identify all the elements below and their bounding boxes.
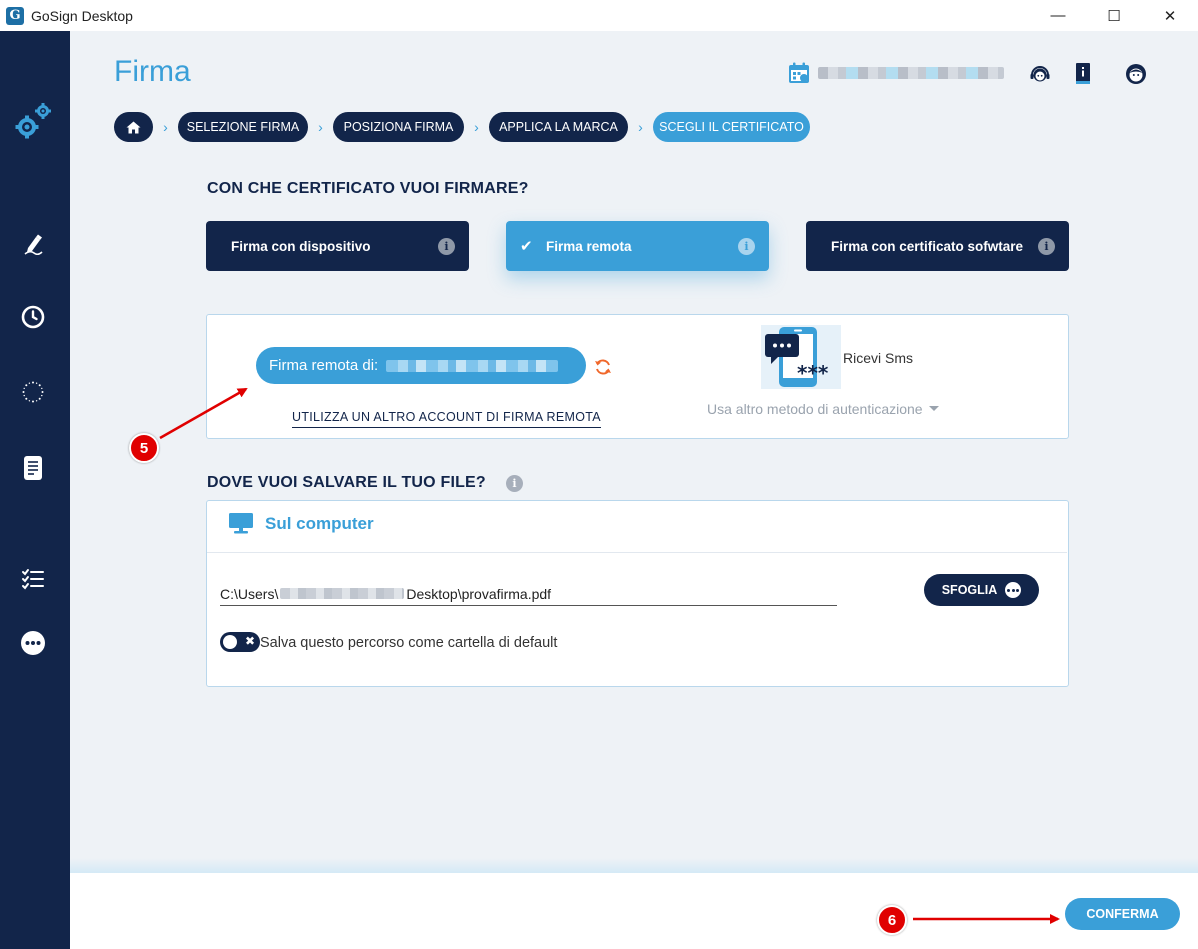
info-icon[interactable]: i (438, 237, 455, 255)
breadcrumb-separator: › (638, 119, 643, 135)
check-icon: ✔ (520, 238, 533, 255)
breadcrumb-separator: › (474, 119, 479, 135)
more-options-icon[interactable] (17, 627, 49, 659)
save-path-input[interactable]: C:\Users\ Desktop\provafirma.pdf (220, 582, 837, 606)
cert-option-remote[interactable]: ✔ Firma remota i (506, 221, 769, 271)
remote-account-label: Firma remota di: (269, 357, 379, 374)
breadcrumb-step-posiziona-firma[interactable]: POSIZIONA FIRMA (333, 112, 464, 142)
close-button[interactable]: ✕ (1142, 0, 1198, 31)
refresh-icon[interactable] (593, 357, 613, 377)
history-clock-icon[interactable] (17, 301, 49, 333)
sidebar (0, 31, 70, 949)
cert-option-label: Firma remota (546, 238, 632, 254)
document-list-icon[interactable] (17, 452, 49, 484)
confirm-button[interactable]: CONFERMA (1065, 898, 1180, 930)
save-path-prefix: C:\Users\ (220, 585, 279, 602)
caret-down-icon (928, 405, 939, 411)
certificate-question: CON CHE CERTIFICATO VUOI FIRMARE? (207, 180, 529, 197)
toggle-off-x-icon: ✖ (244, 634, 255, 648)
footer-bar (70, 873, 1198, 949)
user-date-redacted (818, 67, 1004, 79)
save-question: DOVE VUOI SALVARE IL TUO FILE? (207, 474, 486, 491)
window-title: GoSign Desktop (31, 7, 133, 24)
breadcrumb: › SELEZIONE FIRMA › POSIZIONA FIRMA › AP… (114, 112, 810, 142)
cert-option-software[interactable]: Firma con certificato sofwtare i (806, 221, 1069, 271)
sms-phone-icon: *** (761, 325, 841, 389)
window-controls: — ☐ ✕ (1030, 0, 1198, 31)
breadcrumb-separator: › (163, 119, 168, 135)
info-icon[interactable]: i (506, 475, 523, 492)
browse-button-label: SFOGLIA (941, 583, 998, 597)
save-location-title[interactable]: Sul computer (265, 514, 374, 534)
user-avatar-icon[interactable] (1125, 62, 1147, 86)
minimize-button[interactable]: — (1030, 0, 1086, 31)
breadcrumb-separator: › (318, 119, 323, 135)
loading-dots-icon[interactable] (17, 376, 49, 408)
other-remote-account-link[interactable]: UTILIZZA UN ALTRO ACCOUNT DI FIRMA REMOT… (292, 410, 601, 428)
annotation-arrows (159, 387, 1060, 924)
annotation-step-6-badge: 6 (877, 905, 907, 935)
page-title: Firma (114, 55, 191, 88)
info-icon[interactable]: i (738, 237, 755, 255)
settings-gears-icon[interactable] (13, 101, 53, 141)
manual-book-icon[interactable] (1072, 62, 1094, 86)
computer-monitor-icon (229, 513, 253, 534)
annotation-step-5-badge: 5 (129, 433, 159, 463)
breadcrumb-home[interactable] (114, 112, 153, 142)
save-path-username-redacted (280, 588, 405, 599)
footer-shadow (70, 858, 1198, 874)
breadcrumb-step-scegli-il-certificato[interactable]: SCEGLI IL CERTIFICATO (653, 112, 810, 142)
calendar-icon (789, 62, 809, 83)
info-icon[interactable]: i (1038, 237, 1055, 255)
cert-option-label: Firma con dispositivo (231, 238, 371, 254)
default-folder-toggle-label: Salva questo percorso come cartella di d… (260, 635, 558, 651)
sign-pen-icon[interactable] (17, 228, 49, 260)
breadcrumb-step-selezione-firma[interactable]: SELEZIONE FIRMA (178, 112, 308, 142)
header-date-area (788, 60, 1004, 86)
toggle-knob (223, 635, 237, 649)
home-icon (126, 121, 141, 133)
cert-option-device[interactable]: Firma con dispositivo i (206, 221, 469, 271)
checklist-icon[interactable] (17, 563, 49, 595)
maximize-button[interactable]: ☐ (1086, 0, 1142, 31)
more-dots-icon (1005, 582, 1022, 598)
remote-account-selector[interactable]: Firma remota di: (256, 347, 586, 384)
support-headset-icon[interactable] (1029, 62, 1051, 86)
browse-button[interactable]: SFOGLIA (924, 574, 1039, 606)
other-auth-method-dropdown[interactable]: Usa altro metodo di autenticazione (707, 401, 939, 417)
gosign-logo-icon: G (6, 6, 24, 25)
save-path-suffix: Desktop\provafirma.pdf (406, 585, 552, 602)
remote-account-redacted (386, 359, 559, 372)
cert-option-label: Firma con certificato sofwtare (831, 238, 1024, 254)
sms-code-dots: *** (797, 361, 829, 385)
default-folder-toggle[interactable]: ✖ (220, 632, 260, 652)
auth-method-label: Ricevi Sms (843, 350, 914, 366)
window-titlebar: G GoSign Desktop — ☐ ✕ (0, 0, 1198, 31)
other-auth-method-label: Usa altro metodo di autenticazione (707, 401, 923, 417)
breadcrumb-step-applica-la-marca[interactable]: APPLICA LA MARCA (489, 112, 628, 142)
